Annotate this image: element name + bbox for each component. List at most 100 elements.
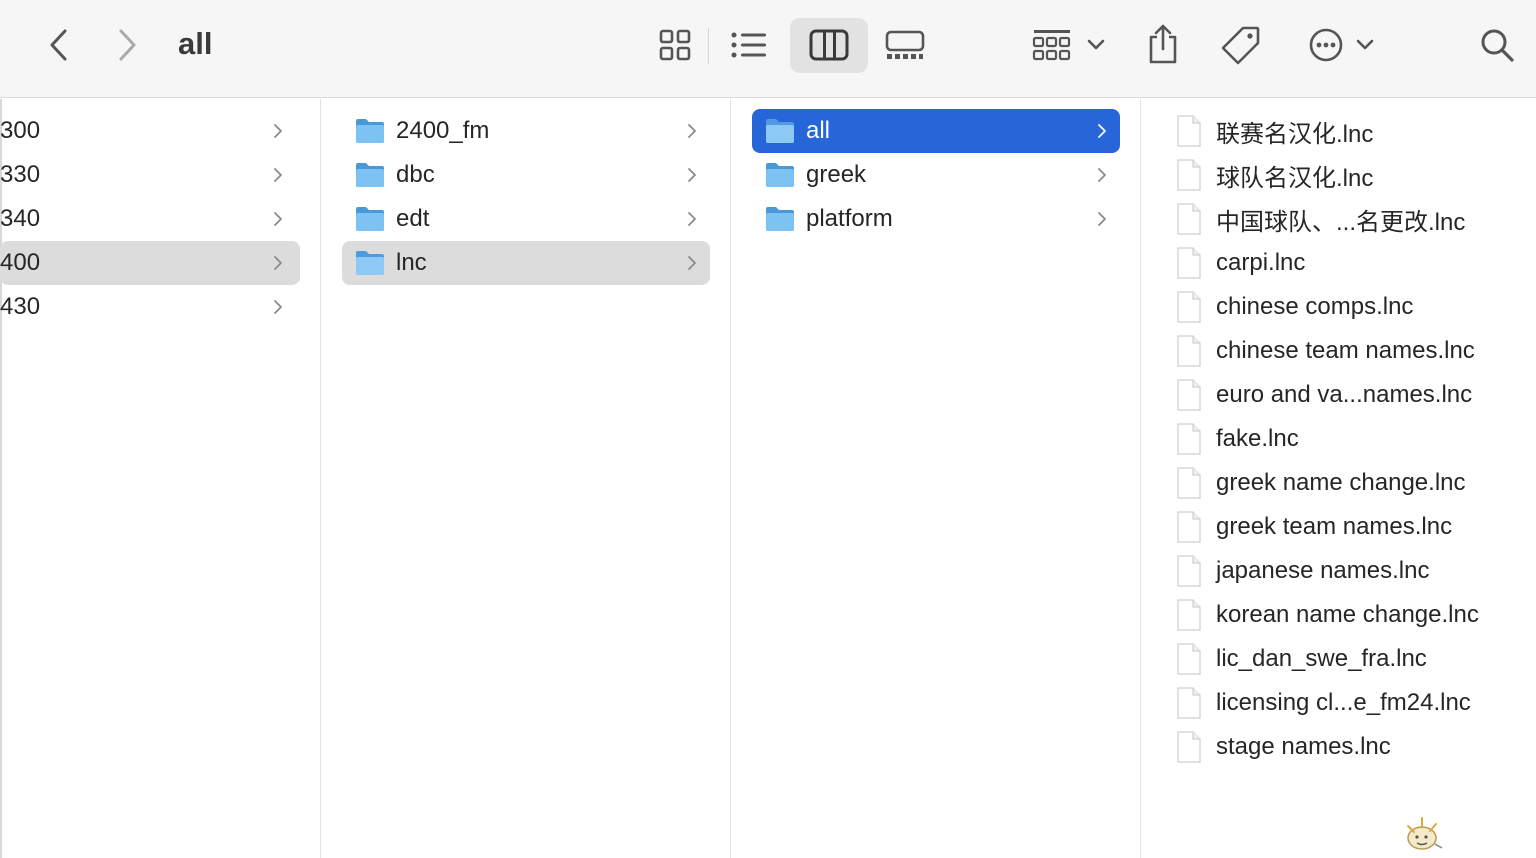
column-view-icon (809, 29, 849, 61)
folder-label: edt (396, 205, 430, 232)
version-folder-label: 300 (0, 117, 41, 144)
file-row[interactable]: euro and va...names.lnc (1176, 373, 1526, 417)
version-folder-row[interactable]: 430 (0, 285, 300, 329)
version-folder-label: 400 (0, 249, 41, 276)
folder-row[interactable]: platform (752, 197, 1120, 241)
column-2[interactable]: 2400_fmdbc edt lnc (321, 99, 731, 858)
column-browser: 300 330 340 400 430 2400_fm dbc edt lnc all gree… (0, 99, 1536, 858)
chevron-left-icon (50, 29, 67, 61)
chevron-right-icon (119, 29, 136, 61)
file-row[interactable]: korean name change.lnc (1176, 593, 1526, 637)
chevron-right-icon (274, 256, 282, 270)
version-folder-row[interactable]: 400 (0, 241, 300, 285)
document-icon (1177, 115, 1201, 147)
back-button[interactable] (40, 24, 76, 66)
chevron-down-icon (1356, 39, 1374, 50)
toolbar-separator (708, 28, 709, 64)
icon-view-icon (659, 29, 691, 61)
file-label: 中国球队、...名更改.lnc (1216, 208, 1466, 236)
chevron-right-icon (274, 212, 282, 226)
document-icon (1177, 335, 1201, 367)
folder-icon (356, 119, 384, 143)
document-icon (1177, 555, 1201, 587)
column-view-button[interactable] (790, 18, 868, 73)
group-icon (1032, 30, 1071, 61)
file-label: 联赛名汉化.lnc (1216, 120, 1374, 148)
file-row[interactable]: licensing cl...e_fm24.lnc (1176, 681, 1526, 725)
file-label: lic_dan_swe_fra.lnc (1216, 645, 1427, 672)
file-row[interactable]: stage names.lnc (1176, 725, 1526, 769)
share-button[interactable] (1140, 20, 1186, 68)
document-icon (1177, 511, 1201, 543)
file-label: korean name change.lnc (1216, 601, 1479, 628)
column-1[interactable]: 300 330 340 400 430 (0, 99, 321, 858)
app-sticker-icon (1407, 817, 1443, 850)
file-row[interactable]: carpi.lnc (1176, 241, 1526, 285)
search-icon (1481, 29, 1514, 62)
folder-row[interactable]: lnc (342, 241, 710, 285)
chevron-right-icon (1098, 168, 1106, 182)
folder-row[interactable]: 2400_fm (342, 109, 710, 153)
folder-label: 2400_fm (396, 117, 490, 144)
chevron-down-icon (1087, 39, 1105, 50)
gallery-view-button[interactable] (882, 24, 928, 66)
ellipsis-circle-icon (1309, 28, 1343, 62)
file-row[interactable]: lic_dan_swe_fra.lnc (1176, 637, 1526, 681)
more-actions-button[interactable] (1304, 24, 1380, 66)
version-folder-row[interactable]: 340 (0, 197, 300, 241)
file-row[interactable]: fake.lnc (1176, 417, 1526, 461)
document-icon (1177, 203, 1201, 235)
folder-icon (766, 119, 794, 143)
folder-row[interactable]: greek (752, 153, 1120, 197)
group-button[interactable] (1030, 24, 1108, 66)
file-label: carpi.lnc (1216, 249, 1306, 276)
version-folder-label: 330 (0, 161, 41, 188)
document-icon (1177, 423, 1201, 455)
file-label: japanese names.lnc (1216, 557, 1430, 584)
chevron-right-icon (1098, 124, 1106, 138)
file-label: euro and va...names.lnc (1216, 381, 1473, 408)
folder-icon (766, 163, 794, 187)
file-label: 球队名汉化.lnc (1216, 164, 1374, 192)
folder-row[interactable]: edt (342, 197, 710, 241)
document-icon (1177, 467, 1201, 499)
column-3[interactable]: all greek platform (731, 99, 1141, 858)
column-4[interactable]: 联赛名汉化.lnc 球队名汉化.lnc 中国球队、...名更改.lnc carpi.l… (1141, 99, 1536, 858)
folder-icon (356, 207, 384, 231)
file-row[interactable]: 中国球队、...名更改.lnc (1176, 197, 1526, 241)
folder-icon (356, 163, 384, 187)
file-row[interactable]: 球队名汉化.lnc (1176, 153, 1526, 197)
file-row[interactable]: japanese names.lnc (1176, 549, 1526, 593)
file-row[interactable]: 联赛名汉化.lnc (1176, 109, 1526, 153)
file-label: greek name change.lnc (1216, 469, 1466, 496)
document-icon (1177, 291, 1201, 323)
folder-label: dbc (396, 161, 435, 188)
folder-icon (766, 207, 794, 231)
document-icon (1177, 731, 1201, 763)
chevron-right-icon (274, 124, 282, 138)
file-row[interactable]: chinese team names.lnc (1176, 329, 1526, 373)
chevron-right-icon (688, 124, 696, 138)
toolbar: all (0, 0, 1536, 98)
document-icon (1177, 643, 1201, 675)
tag-icon (1221, 26, 1260, 65)
icon-view-button[interactable] (652, 24, 698, 66)
folder-row[interactable]: dbc (342, 153, 710, 197)
file-row[interactable]: greek team names.lnc (1176, 505, 1526, 549)
version-folder-label: 340 (0, 205, 41, 232)
file-row[interactable]: chinese comps.lnc (1176, 285, 1526, 329)
chevron-right-icon (274, 168, 282, 182)
document-icon (1177, 599, 1201, 631)
search-button[interactable] (1474, 24, 1520, 66)
folder-row[interactable]: all (752, 109, 1120, 153)
file-row[interactable]: greek name change.lnc (1176, 461, 1526, 505)
tag-button[interactable] (1218, 22, 1264, 68)
forward-button[interactable] (110, 24, 146, 66)
version-folder-label: 430 (0, 293, 41, 320)
version-folder-row[interactable]: 300 (0, 109, 300, 153)
version-folder-row[interactable]: 330 (0, 153, 300, 197)
window-title: all (178, 26, 213, 61)
list-view-button[interactable] (726, 24, 772, 66)
folder-icon (356, 251, 384, 275)
file-label: chinese comps.lnc (1216, 293, 1414, 320)
